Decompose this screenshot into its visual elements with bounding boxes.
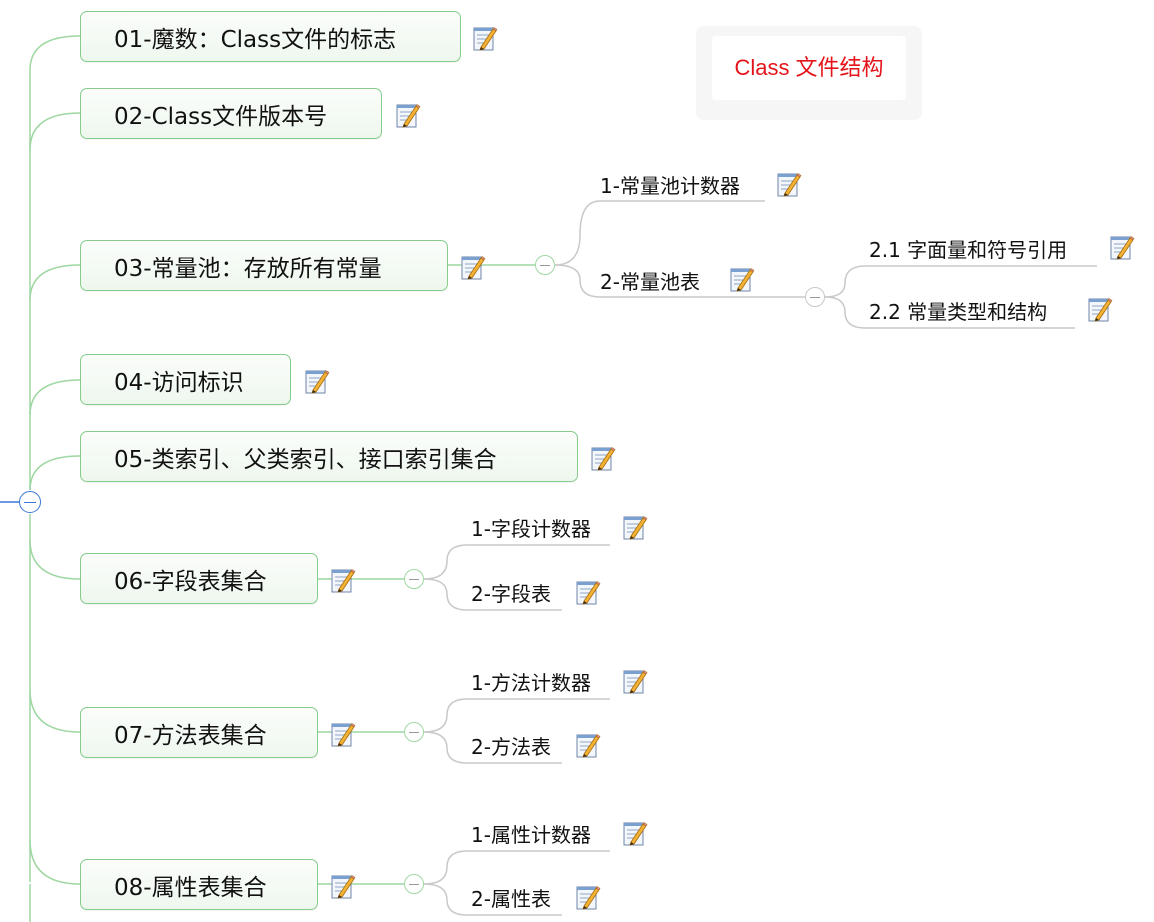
node-field-count[interactable]: 1-字段计数器 [471,517,591,541]
node-attribute-count[interactable]: 1-属性计数器 [471,823,591,847]
node-label: 02-Class文件版本号 [114,103,328,130]
collapse-icon[interactable] [404,722,424,742]
note-icon[interactable] [590,444,616,472]
node-method-table[interactable]: 2-方法表 [471,735,551,759]
root-collapse-icon[interactable] [19,491,41,513]
note-icon[interactable] [304,367,330,395]
title-inner: Class 文件结构 [712,36,906,100]
node-class-version[interactable]: 02-Class文件版本号 [80,88,382,139]
node-label: 04-访问标识 [114,369,244,396]
node-label: 05-类索引、父类索引、接口索引集合 [114,446,497,473]
node-label: 06-字段表集合 [114,568,267,595]
node-attributes[interactable]: 08-属性表集合 [80,859,318,910]
node-magic-number[interactable]: 01-魔数：Class文件的标志 [80,11,461,62]
node-field-table[interactable]: 2-字段表 [471,582,551,606]
note-icon[interactable] [330,566,356,594]
node-cp-table[interactable]: 2-常量池表 [600,270,700,294]
note-icon[interactable] [1109,233,1135,261]
node-label: 07-方法表集合 [114,722,267,749]
node-access-flags[interactable]: 04-访问标识 [80,354,291,405]
note-icon[interactable] [575,578,601,606]
node-constant-types[interactable]: 2.2 常量类型和结构 [869,300,1047,324]
node-methods[interactable]: 07-方法表集合 [80,707,318,758]
note-icon[interactable] [575,883,601,911]
node-label: 08-属性表集合 [114,874,267,901]
node-fields[interactable]: 06-字段表集合 [80,553,318,604]
node-literals-symbols[interactable]: 2.1 字面量和符号引用 [869,238,1067,262]
note-icon[interactable] [460,253,486,281]
note-icon[interactable] [395,101,421,129]
note-icon[interactable] [729,265,755,293]
collapse-icon[interactable] [535,255,555,275]
note-icon[interactable] [622,819,648,847]
note-icon[interactable] [330,720,356,748]
note-icon[interactable] [472,24,498,52]
note-icon[interactable] [575,731,601,759]
node-label: 03-常量池：存放所有常量 [114,255,382,282]
node-label: 01-魔数：Class文件的标志 [114,26,397,53]
note-icon[interactable] [776,170,802,198]
collapse-icon[interactable] [404,874,424,894]
note-icon[interactable] [330,872,356,900]
collapse-icon[interactable] [404,569,424,589]
node-method-count[interactable]: 1-方法计数器 [471,671,591,695]
collapse-icon[interactable] [805,287,825,307]
note-icon[interactable] [622,667,648,695]
note-icon[interactable] [622,513,648,541]
diagram-title[interactable]: Class 文件结构 [712,50,906,82]
node-attribute-table[interactable]: 2-属性表 [471,887,551,911]
note-icon[interactable] [1087,295,1113,323]
node-constant-pool[interactable]: 03-常量池：存放所有常量 [80,240,448,291]
title-card: Class 文件结构 [696,26,922,120]
node-class-indexes[interactable]: 05-类索引、父类索引、接口索引集合 [80,431,578,482]
node-cp-count[interactable]: 1-常量池计数器 [600,174,740,198]
